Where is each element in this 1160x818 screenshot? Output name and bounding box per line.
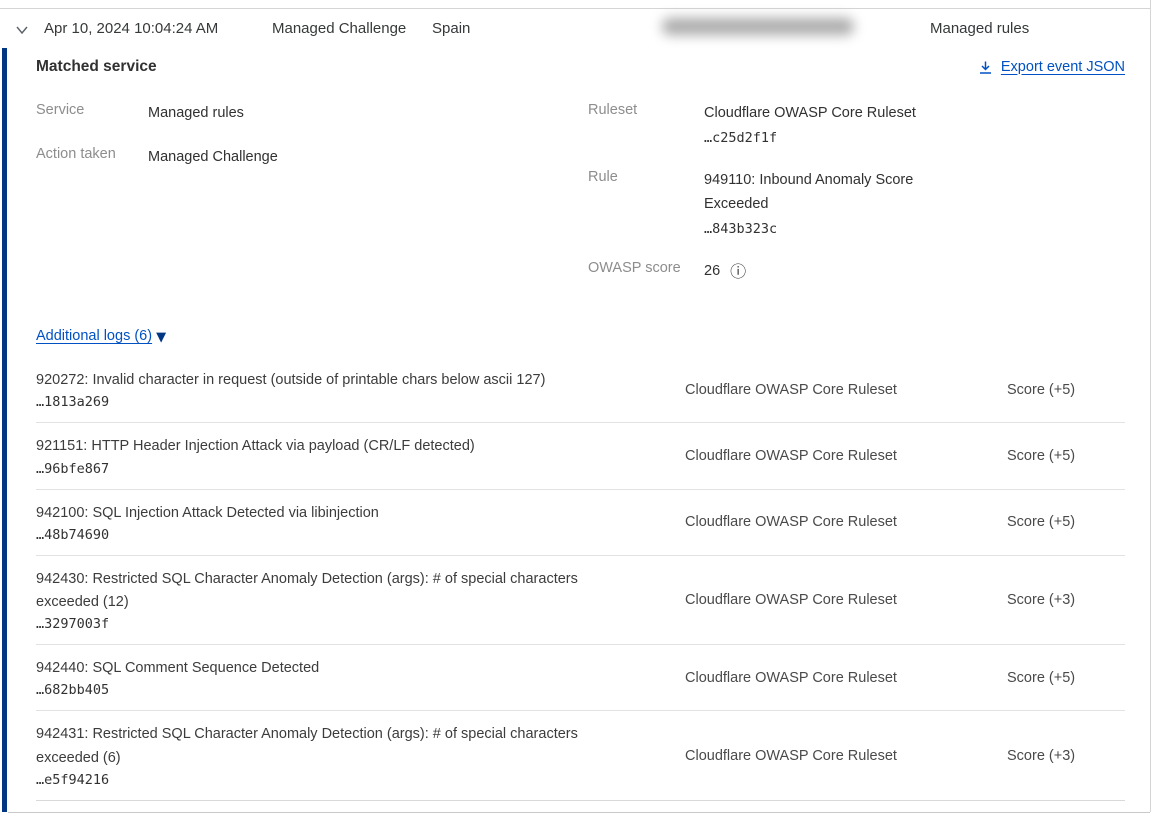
triangle-down-icon: ▼ — [156, 331, 166, 344]
panel-bottom-border — [8, 812, 1150, 813]
log-score: Score (+5) — [1007, 382, 1125, 398]
event-service: Managed rules — [930, 20, 1029, 37]
log-description: 942431: Restricted SQL Character Anomaly… — [36, 723, 628, 769]
export-event-json-label: Export event JSON — [1001, 59, 1125, 75]
log-score: Score (+5) — [1007, 670, 1125, 686]
log-score: Score (+5) — [1007, 514, 1125, 530]
ruleset-id: …c25d2f1f — [704, 127, 916, 149]
log-ruleset: Cloudflare OWASP Core Ruleset — [685, 382, 940, 398]
log-row: 920272: Invalid character in request (ou… — [36, 357, 1125, 423]
rule-label: Rule — [588, 169, 704, 240]
log-description: 942440: SQL Comment Sequence Detected — [36, 657, 628, 680]
log-row: 942440: SQL Comment Sequence Detected …6… — [36, 645, 1125, 711]
additional-logs-table: 920272: Invalid character in request (ou… — [36, 357, 1125, 801]
log-ruleset: Cloudflare OWASP Core Ruleset — [685, 748, 940, 764]
owasp-score-label: OWASP score — [588, 260, 704, 284]
log-rule-id: …48b74690 — [36, 527, 654, 543]
rule-id: …843b323c — [704, 218, 942, 240]
rule-field: Rule 949110: Inbound Anomaly Score Excee… — [588, 169, 1125, 240]
rule-name: 949110: Inbound Anomaly Score Exceeded — [704, 169, 942, 217]
log-description: 921151: HTTP Header Injection Attack via… — [36, 435, 628, 458]
ruleset-field: Ruleset Cloudflare OWASP Core Ruleset …c… — [588, 102, 1125, 149]
ruleset-label: Ruleset — [588, 102, 704, 149]
event-summary-row[interactable]: Apr 10, 2024 10:04:24 AM Managed Challen… — [0, 8, 1150, 48]
log-ruleset: Cloudflare OWASP Core Ruleset — [685, 514, 940, 530]
owasp-score-value: 26 — [704, 260, 720, 284]
owasp-score-field: OWASP score 26 ⓘ — [588, 260, 1125, 284]
redacted-host-blur — [662, 18, 854, 35]
ruleset-name: Cloudflare OWASP Core Ruleset — [704, 102, 916, 126]
export-event-json-link[interactable]: Export event JSON — [978, 58, 1125, 75]
log-description: 920272: Invalid character in request (ou… — [36, 369, 628, 392]
log-row: 942100: SQL Injection Attack Detected vi… — [36, 490, 1125, 556]
log-ruleset: Cloudflare OWASP Core Ruleset — [685, 592, 940, 608]
additional-logs-toggle[interactable]: Additional logs (6) ▼ — [36, 328, 166, 344]
log-score: Score (+5) — [1007, 448, 1125, 464]
action-taken-field: Action taken Managed Challenge — [36, 146, 588, 170]
event-country: Spain — [432, 20, 470, 37]
log-rule-id: …96bfe867 — [36, 461, 654, 477]
log-rule-id: …3297003f — [36, 616, 654, 632]
action-taken-value: Managed Challenge — [148, 146, 278, 170]
event-action: Managed Challenge — [272, 20, 406, 37]
matched-service-title: Matched service — [36, 58, 157, 76]
event-timestamp: Apr 10, 2024 10:04:24 AM — [44, 20, 218, 37]
additional-logs-label: Additional logs (6) — [36, 328, 152, 344]
info-icon[interactable]: ⓘ — [730, 264, 746, 280]
log-row: 921151: HTTP Header Injection Attack via… — [36, 423, 1125, 489]
action-taken-label: Action taken — [36, 146, 148, 170]
log-ruleset: Cloudflare OWASP Core Ruleset — [685, 670, 940, 686]
log-rule-id: …682bb405 — [36, 682, 654, 698]
download-icon — [978, 60, 993, 75]
selected-row-accent-bar — [2, 48, 7, 812]
service-field: Service Managed rules — [36, 102, 588, 126]
log-rule-id: …1813a269 — [36, 394, 654, 410]
log-description: 942430: Restricted SQL Character Anomaly… — [36, 568, 628, 614]
event-detail-panel: Matched service Export event JSON Servic… — [0, 48, 1150, 812]
service-value: Managed rules — [148, 102, 244, 126]
log-score: Score (+3) — [1007, 748, 1125, 764]
log-rule-id: …e5f94216 — [36, 772, 654, 788]
chevron-down-icon[interactable] — [14, 22, 30, 38]
log-score: Score (+3) — [1007, 592, 1125, 608]
service-label: Service — [36, 102, 148, 126]
log-row: 942430: Restricted SQL Character Anomaly… — [36, 556, 1125, 645]
log-row: 942431: Restricted SQL Character Anomaly… — [36, 711, 1125, 800]
log-ruleset: Cloudflare OWASP Core Ruleset — [685, 448, 940, 464]
log-description: 942100: SQL Injection Attack Detected vi… — [36, 502, 628, 525]
panel-right-border — [1150, 0, 1151, 812]
